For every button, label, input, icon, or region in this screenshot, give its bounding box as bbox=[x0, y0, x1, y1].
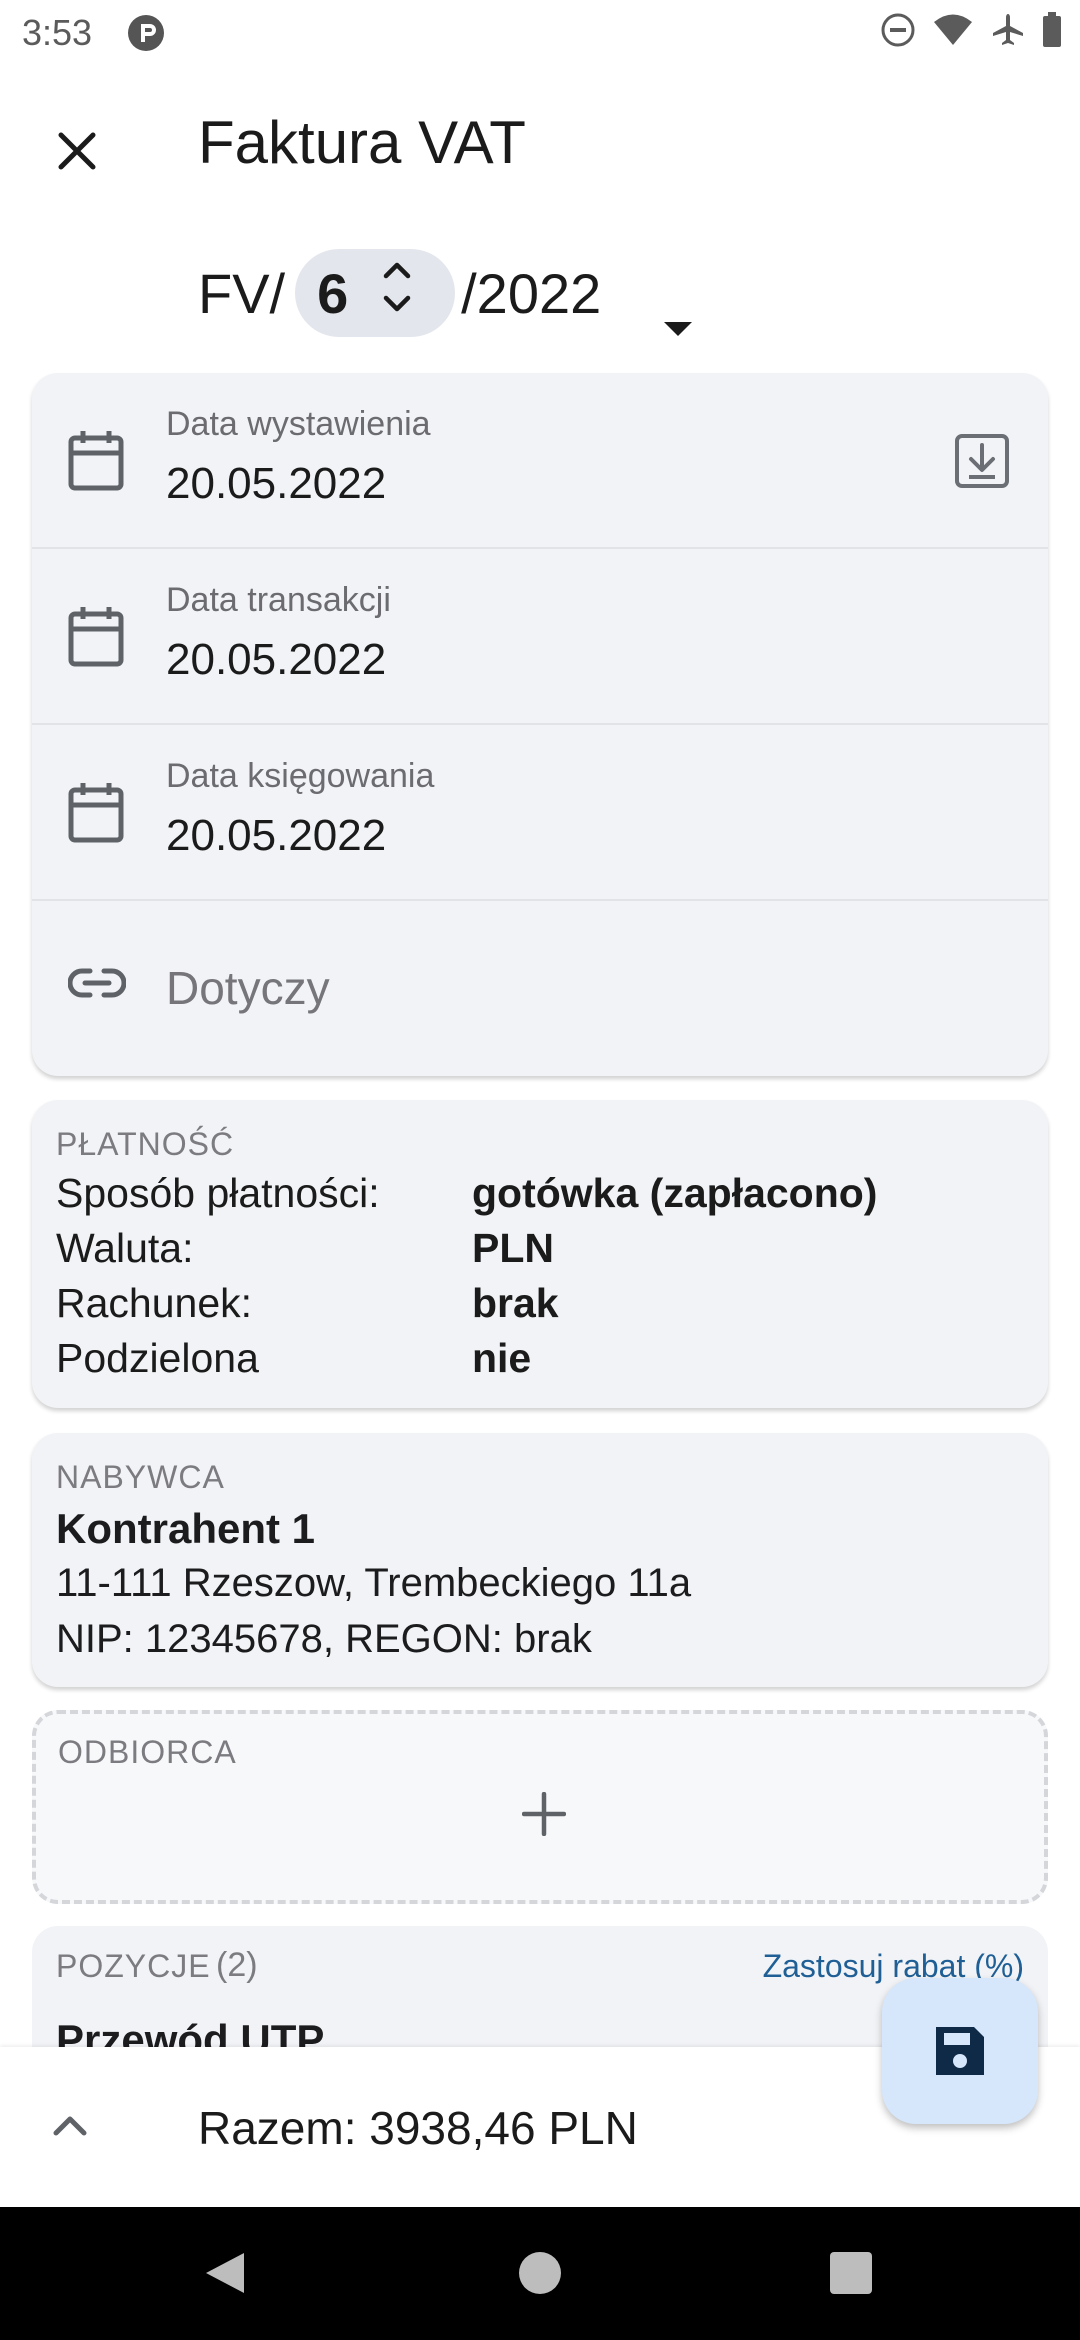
invoice-number-row: FV/ 6 /2022 bbox=[198, 248, 692, 338]
invoice-screen: 3:53 Faktura VAT FV/ 6 /2022 Data wystaw… bbox=[0, 0, 1080, 2340]
payment-card[interactable]: PŁATNOŚĆ Sposób płatności: gotówka (zapł… bbox=[32, 1100, 1048, 1408]
status-time: 3:53 bbox=[22, 12, 93, 53]
booking-date-field[interactable]: Data księgowania 20.05.2022 bbox=[32, 725, 1048, 901]
positions-count: (2) bbox=[216, 1946, 258, 1984]
calendar-icon bbox=[68, 605, 124, 672]
close-button[interactable] bbox=[44, 118, 110, 184]
currency-key: Waluta: bbox=[56, 1225, 194, 1271]
app-bar: Faktura VAT bbox=[0, 90, 1080, 200]
download-icon[interactable] bbox=[954, 433, 1010, 494]
buyer-section-label: NABYWCA bbox=[56, 1459, 225, 1495]
airplane-icon bbox=[990, 12, 1026, 48]
app-notification-icon bbox=[127, 14, 165, 52]
currency-row: Waluta: PLN bbox=[56, 1225, 1016, 1280]
invoice-number-value: 6 bbox=[317, 261, 349, 325]
chevron-up-icon[interactable] bbox=[52, 2099, 88, 2160]
recents-icon[interactable] bbox=[830, 2251, 872, 2300]
transaction-date-label: Data transakcji bbox=[166, 581, 391, 619]
issue-date-value: 20.05.2022 bbox=[166, 459, 387, 508]
payment-section-label: PŁATNOŚĆ bbox=[56, 1126, 235, 1162]
wifi-icon bbox=[932, 13, 974, 47]
transaction-date-value: 20.05.2022 bbox=[166, 635, 387, 684]
save-icon bbox=[936, 2027, 984, 2075]
back-icon[interactable] bbox=[204, 2251, 246, 2300]
currency-value: PLN bbox=[472, 1225, 554, 1271]
do-not-disturb-icon bbox=[880, 12, 916, 48]
transaction-date-field[interactable]: Data transakcji 20.05.2022 bbox=[32, 549, 1048, 725]
split-payment-value: nie bbox=[472, 1335, 532, 1381]
split-payment-row: Podzielona nie bbox=[56, 1335, 1016, 1390]
status-bar: 3:53 bbox=[0, 0, 1080, 66]
payment-method-key: Sposób płatności: bbox=[56, 1170, 380, 1216]
buyer-address: 11-111 Rzeszow, Trembeckiego 11a bbox=[56, 1561, 692, 1605]
issue-date-label: Data wystawienia bbox=[166, 405, 431, 443]
close-icon bbox=[58, 132, 96, 170]
booking-date-value: 20.05.2022 bbox=[166, 811, 387, 860]
account-key: Rachunek: bbox=[56, 1280, 253, 1326]
buyer-card[interactable]: NABYWCA Kontrahent 1 11-111 Rzeszow, Tre… bbox=[32, 1433, 1048, 1687]
save-button[interactable] bbox=[882, 1978, 1038, 2124]
receiver-card[interactable]: ODBIORCA bbox=[32, 1710, 1048, 1904]
buyer-name: Kontrahent 1 bbox=[56, 1505, 316, 1552]
page-title: Faktura VAT bbox=[198, 109, 526, 176]
buyer-ids: NIP: 12345678, REGON: brak bbox=[56, 1617, 592, 1661]
add-receiver-icon[interactable] bbox=[521, 1791, 567, 1841]
account-value: brak bbox=[472, 1280, 559, 1326]
account-row: Rachunek: brak bbox=[56, 1280, 1016, 1335]
split-payment-key: Podzielona bbox=[56, 1335, 259, 1381]
system-navigation-bar bbox=[0, 2207, 1080, 2340]
chevron-down-icon[interactable] bbox=[662, 288, 694, 353]
invoice-number-prefix: FV/ bbox=[198, 261, 286, 325]
related-document-field[interactable]: Dotyczy bbox=[32, 901, 1048, 1076]
link-icon bbox=[67, 967, 127, 1004]
total-amount: Razem: 3938,46 PLN bbox=[198, 2102, 638, 2154]
home-icon[interactable] bbox=[518, 2251, 562, 2300]
issue-date-field[interactable]: Data wystawienia 20.05.2022 bbox=[32, 373, 1048, 549]
dates-card: Data wystawienia 20.05.2022 Data transak… bbox=[32, 373, 1048, 1076]
calendar-icon bbox=[68, 429, 124, 496]
receiver-section-label: ODBIORCA bbox=[58, 1734, 237, 1770]
related-document-placeholder: Dotyczy bbox=[166, 962, 330, 1014]
stepper-arrows-icon[interactable] bbox=[382, 254, 412, 333]
payment-method-value: gotówka (zapłacono) bbox=[472, 1170, 878, 1216]
invoice-number-stepper[interactable]: 6 bbox=[295, 249, 456, 337]
calendar-icon bbox=[68, 781, 124, 848]
booking-date-label: Data księgowania bbox=[166, 757, 435, 795]
battery-icon bbox=[1042, 12, 1062, 48]
payment-method-row: Sposób płatności: gotówka (zapłacono) bbox=[56, 1170, 1016, 1225]
positions-section-label: POZYCJE bbox=[56, 1948, 211, 1984]
invoice-number-suffix: /2022 bbox=[461, 261, 602, 325]
